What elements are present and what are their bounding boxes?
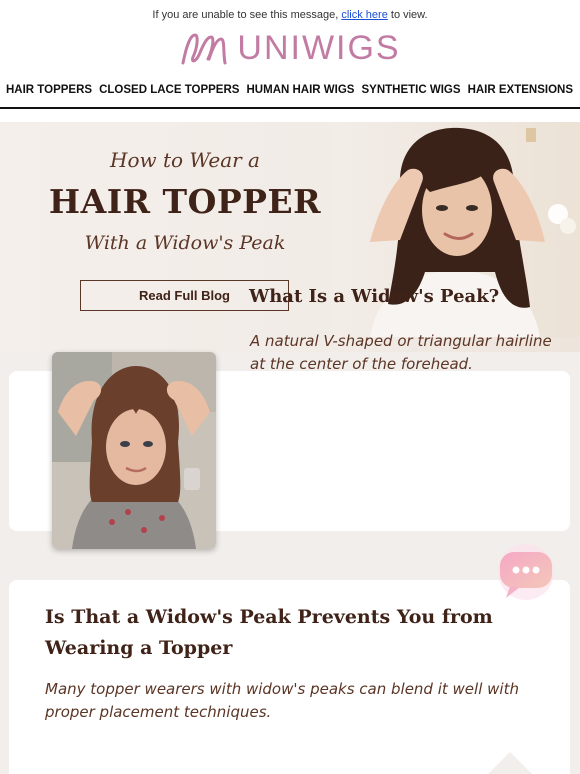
brand-logo[interactable]: UNIWIGS <box>0 26 580 70</box>
nav-item-hair-extensions[interactable]: HAIR EXTENSIONS <box>468 84 573 108</box>
view-in-browser-suffix: to view. <box>387 9 428 21</box>
nav-divider <box>0 107 580 109</box>
view-in-browser-text: If you are unable to see this message, <box>152 9 342 21</box>
nav-item-human-hair-wigs[interactable]: HUMAN HAIR WIGS <box>247 84 355 108</box>
widows-peak-photo <box>52 352 216 549</box>
nav-item-hair-toppers[interactable]: HAIR TOPPERS <box>6 84 92 108</box>
click-here-link[interactable]: click here <box>341 9 387 21</box>
view-in-browser-bar: If you are unable to see this message, c… <box>0 0 580 28</box>
hero-line-3: With a Widow's Peak <box>84 232 286 254</box>
card2-title: Is That a Widow's Peak Prevents You from… <box>45 606 493 659</box>
logo-mark-icon <box>181 33 227 65</box>
card1-text: A natural V-shaped or triangular hairlin… <box>250 332 552 373</box>
main-nav: HAIR TOPPERS CLOSED LACE TOPPERS HUMAN H… <box>0 84 580 108</box>
card1-title: What Is a Widow's Peak? <box>249 286 500 307</box>
chat-bubble-icon <box>498 544 554 600</box>
card2-text: Many topper wearers with widow's peaks c… <box>45 680 519 721</box>
nav-item-closed-lace-toppers[interactable]: CLOSED LACE TOPPERS <box>99 84 239 108</box>
hero-title: HAIR TOPPER <box>48 182 322 221</box>
brand-name: UNIWIGS <box>237 28 401 67</box>
next-section-pointer <box>488 752 532 774</box>
nav-item-synthetic-wigs[interactable]: SYNTHETIC WIGS <box>362 84 461 108</box>
hero-line-1: How to Wear a <box>110 148 260 172</box>
